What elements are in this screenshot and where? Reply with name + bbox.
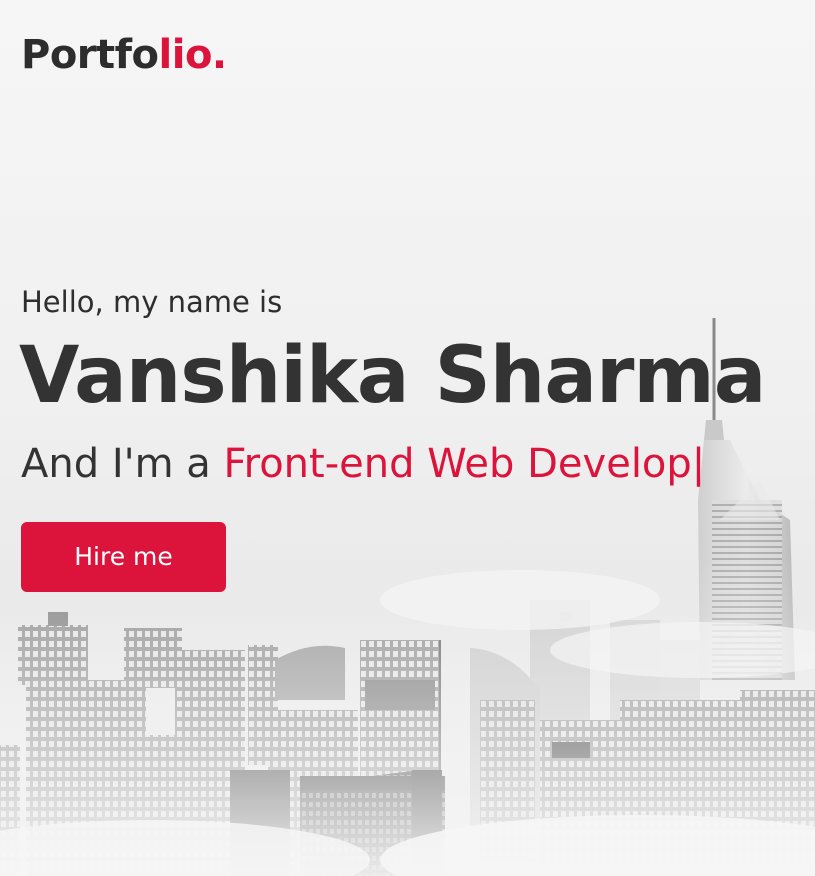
role-typed-text: Front-end Web Develop (223, 441, 692, 487)
logo-main-text: Portfo (21, 32, 159, 78)
hero-intro: Hello, my name is (21, 285, 283, 319)
role-prefix: And I'm a (21, 441, 224, 487)
home-section: Portfolio. Hello, my name is Vanshika Sh… (0, 0, 815, 876)
typing-cursor: | (691, 441, 706, 487)
hero-name: Vanshika Sharma (19, 331, 766, 421)
site-logo[interactable]: Portfolio. (21, 30, 227, 80)
hero-role: And I'm a Front-end Web Develop| (21, 436, 705, 492)
hire-me-button[interactable]: Hire me (21, 522, 226, 592)
logo-accent-text: lio. (158, 32, 228, 78)
